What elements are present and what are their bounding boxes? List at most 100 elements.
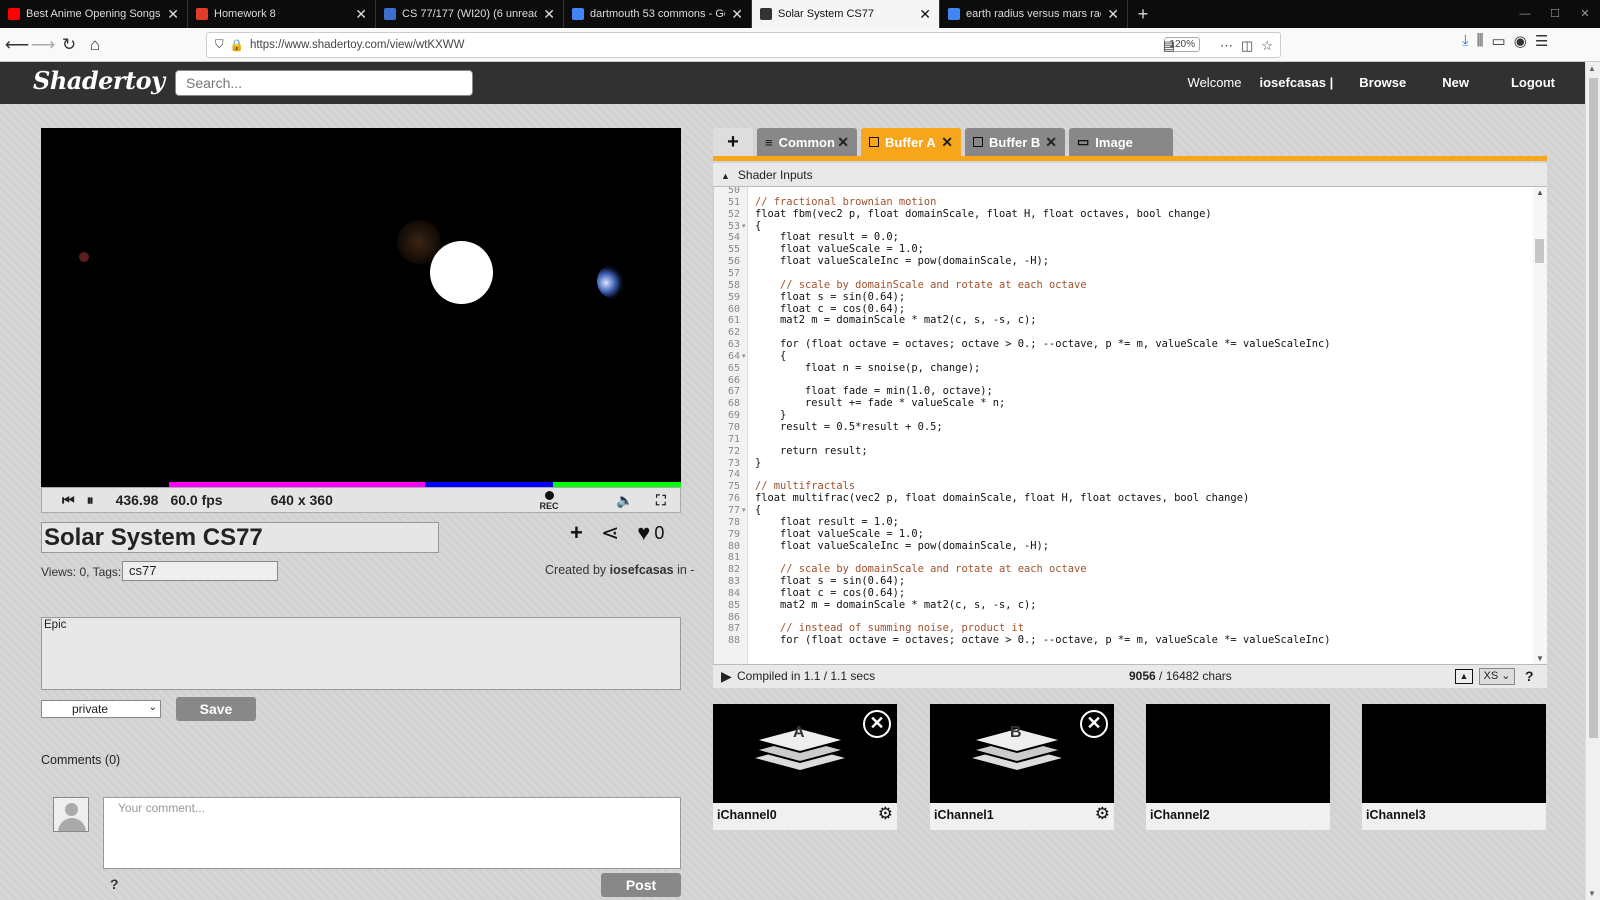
- code-line[interactable]: {: [755, 504, 761, 516]
- minimize-icon[interactable]: —: [1510, 0, 1540, 28]
- code-line[interactable]: result += fade * valueScale * n;: [755, 398, 1005, 409]
- channel-3[interactable]: iChannel3: [1362, 704, 1546, 830]
- compile-play-icon[interactable]: ▶: [721, 665, 732, 687]
- close-window-icon[interactable]: ✕: [1570, 0, 1600, 28]
- code-line[interactable]: mat2 m = domainScale * mat2(c, s, -s, c)…: [755, 599, 1037, 611]
- comment-textarea[interactable]: Your comment...: [103, 797, 681, 869]
- code-line[interactable]: float fbm(vec2 p, float domainScale, flo…: [755, 208, 1212, 220]
- add-playlist-icon[interactable]: +: [570, 520, 583, 546]
- url-bar[interactable]: ⛉ 🔒 https://www.shadertoy.com/view/wtKXW…: [206, 32, 1281, 58]
- tab-common[interactable]: ≡ Common ✕: [757, 128, 857, 156]
- account-icon[interactable]: ◉: [1514, 32, 1527, 50]
- menu-icon[interactable]: ☰: [1535, 32, 1548, 50]
- scroll-up-icon[interactable]: ▲: [1536, 188, 1544, 197]
- channel-1[interactable]: B ✕ iChannel1 ⚙: [930, 704, 1114, 830]
- browse-link[interactable]: Browse: [1359, 75, 1406, 90]
- browser-tab[interactable]: Homework 8 ✕: [188, 0, 376, 28]
- save-button[interactable]: Save: [176, 697, 256, 721]
- code-line[interactable]: float multifrac(vec2 p, float domainScal…: [755, 493, 1249, 504]
- code-line[interactable]: float s = sin(0.64);: [755, 291, 905, 303]
- code-line[interactable]: // scale by domainScale and rotate at ea…: [755, 279, 1087, 291]
- post-button[interactable]: Post: [601, 873, 681, 897]
- code-line[interactable]: float n = snoise(p, change);: [755, 362, 980, 374]
- fullscreen-icon[interactable]: ⛶: [656, 492, 666, 509]
- shield-icon[interactable]: ⛉: [215, 39, 224, 52]
- tab-image[interactable]: ▭ Image: [1069, 128, 1173, 156]
- shader-inputs-toggle[interactable]: ▲ Shader Inputs: [713, 163, 1547, 187]
- tab-buffer-b[interactable]: Buffer B ✕: [965, 128, 1065, 156]
- editor-scroll-thumb[interactable]: [1535, 239, 1544, 263]
- channel-preview[interactable]: [1146, 704, 1330, 803]
- code-line[interactable]: // fractional brownian motion: [755, 196, 936, 208]
- close-channel-icon[interactable]: ✕: [863, 710, 891, 738]
- share-icon[interactable]: ⋖: [601, 520, 619, 546]
- editor-scrollbar[interactable]: ▲ ▼: [1533, 187, 1547, 664]
- browser-tab[interactable]: dartmouth 53 commons - Goo ✕: [564, 0, 752, 28]
- code-line[interactable]: return result;: [755, 445, 868, 457]
- editor-help-link[interactable]: ?: [1525, 665, 1534, 687]
- new-link[interactable]: New: [1442, 75, 1469, 90]
- code-editor[interactable]: 50 51 52 53 ▾ 54 55 56 57 58 59 60 61 62 63 64 ▾ 65 66 67 68…: [713, 187, 1547, 664]
- browser-tab[interactable]: Solar System CS77 ✕: [752, 0, 940, 28]
- code-line[interactable]: for (float octave = octaves; octave > 0.…: [755, 339, 1331, 350]
- close-tab-icon[interactable]: ✕: [355, 6, 367, 23]
- channel-preview[interactable]: A ✕: [713, 704, 897, 803]
- volume-icon[interactable]: 🔈: [616, 492, 633, 509]
- record-button[interactable]: REC: [536, 489, 562, 511]
- logout-link[interactable]: Logout: [1511, 75, 1555, 90]
- font-size-select[interactable]: XS ⌄: [1479, 668, 1515, 685]
- scroll-thumb[interactable]: [1589, 78, 1598, 738]
- close-tab-icon[interactable]: ✕: [167, 6, 179, 23]
- code-line[interactable]: float s = sin(0.64);: [755, 576, 905, 587]
- back-icon[interactable]: ⟵: [4, 35, 30, 55]
- scroll-down-icon[interactable]: ▼: [1536, 654, 1544, 663]
- reload-icon[interactable]: ↻: [56, 35, 82, 55]
- download-icon[interactable]: ⤓: [1462, 32, 1469, 50]
- tab-add[interactable]: +: [713, 128, 753, 156]
- close-tab-icon[interactable]: ✕: [941, 134, 953, 151]
- maximize-icon[interactable]: ☐: [1540, 0, 1570, 28]
- code-line[interactable]: float valueScale = 1.0;: [755, 528, 924, 540]
- channel-preview[interactable]: [1362, 704, 1546, 803]
- shadertoy-logo[interactable]: Shadertoy: [33, 66, 165, 95]
- author-link[interactable]: iosefcasas: [610, 563, 674, 577]
- pause-icon[interactable]: ⏸: [87, 492, 94, 509]
- close-tab-icon[interactable]: ✕: [543, 6, 555, 23]
- more-icon[interactable]: ⋯: [1220, 38, 1233, 54]
- shader-canvas[interactable]: [41, 128, 681, 489]
- close-tab-icon[interactable]: ✕: [837, 134, 849, 151]
- new-tab-button[interactable]: +: [1128, 0, 1158, 28]
- close-channel-icon[interactable]: ✕: [1080, 710, 1108, 738]
- privacy-select[interactable]: private ⌄: [41, 700, 161, 718]
- channel-0[interactable]: A ✕ iChannel0 ⚙: [713, 704, 897, 830]
- fold-icon[interactable]: ▾: [742, 506, 746, 514]
- gear-icon[interactable]: ⚙: [1095, 804, 1110, 824]
- home-icon[interactable]: ⌂: [82, 35, 108, 55]
- code-line[interactable]: // multifractals: [755, 481, 855, 492]
- fold-icon[interactable]: ▾: [742, 352, 746, 360]
- forward-icon[interactable]: ⟶: [30, 35, 56, 55]
- sidebar-icon[interactable]: ▭: [1492, 32, 1506, 50]
- library-icon[interactable]: ⫼: [1477, 32, 1484, 50]
- channel-2[interactable]: iChannel2: [1146, 704, 1330, 830]
- like-heart-icon[interactable]: ♥: [637, 520, 650, 546]
- code-line[interactable]: for (float octave = octaves; octave > 0.…: [755, 635, 1331, 646]
- tags-input[interactable]: cs77: [122, 561, 278, 581]
- shader-title-input[interactable]: Solar System CS77: [41, 522, 439, 553]
- channel-preview[interactable]: B ✕: [930, 704, 1114, 803]
- gear-icon[interactable]: ⚙: [878, 804, 893, 824]
- username-link[interactable]: iosefcasas |: [1260, 75, 1334, 90]
- code-line[interactable]: // scale by domainScale and rotate at ea…: [755, 564, 1087, 575]
- code-line[interactable]: float c = cos(0.64);: [755, 303, 905, 315]
- rewind-icon[interactable]: ⏮: [62, 492, 75, 509]
- code-line[interactable]: mat2 m = domainScale * mat2(c, s, -s, c)…: [755, 315, 1037, 326]
- code-line[interactable]: {: [755, 350, 786, 362]
- fold-icon[interactable]: ▾: [742, 222, 746, 230]
- code-line[interactable]: float result = 0.0;: [755, 232, 899, 243]
- code-line[interactable]: }: [755, 410, 786, 421]
- code-line[interactable]: float c = cos(0.64);: [755, 587, 905, 599]
- scroll-down-icon[interactable]: ▼: [1588, 889, 1596, 898]
- browser-tab[interactable]: CS 77/177 (WI20) (6 unread) ✕: [376, 0, 564, 28]
- close-tab-icon[interactable]: ✕: [1107, 6, 1119, 23]
- scroll-up-icon[interactable]: ▲: [1588, 64, 1596, 73]
